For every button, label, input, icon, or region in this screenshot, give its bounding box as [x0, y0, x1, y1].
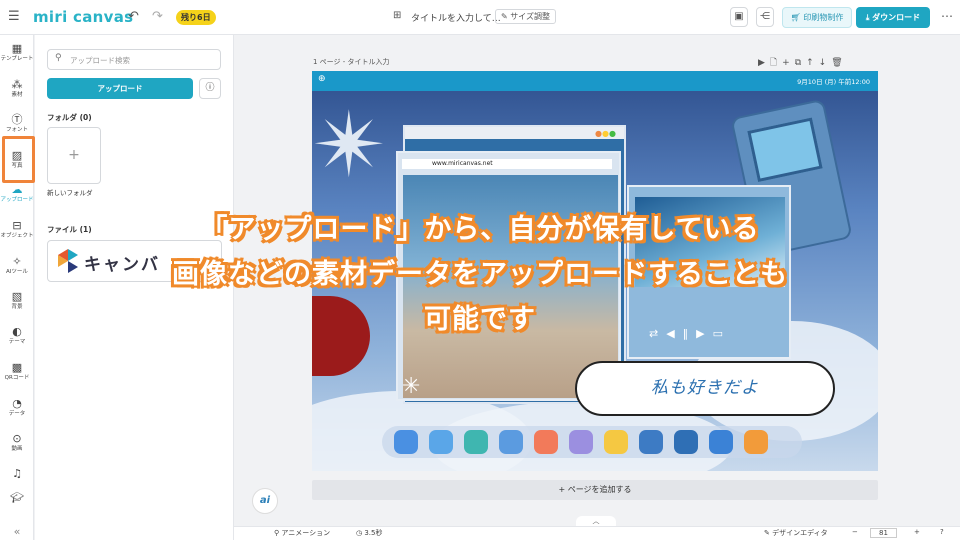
rail-item-upload[interactable]: ☁ アップロード — [0, 183, 34, 204]
rail-item-video[interactable]: ⊙ 動画 — [0, 432, 34, 453]
upload-icon: ☁ — [11, 183, 23, 196]
trial-badge[interactable]: 残り6日 — [176, 10, 216, 25]
caption-line-3: 可能です — [424, 304, 536, 335]
rail-label: 動画 — [11, 446, 23, 452]
cart-icon: 🛒︎ — [790, 13, 801, 22]
bubble-text: 私も好きだよ — [651, 378, 759, 398]
design-editor-label: デザインエディタ — [772, 529, 828, 537]
document-title[interactable]: タイトルを入力して… — [411, 11, 501, 24]
rail-label: QRコード — [4, 375, 30, 381]
rail-item-fonts[interactable]: Ⓣ フォント — [0, 113, 34, 134]
bottom-bar: ⚲ アニメーション ◷ 3.5秒 ✎ デザインエディタ − 81 + ? — [234, 526, 960, 540]
top-bar: ☰ miri canvas ↶ ↷ 残り6日 ⊞ タイトルを入力して… ✎ サイ… — [0, 0, 960, 35]
folder-icon[interactable]: ⊞ — [393, 10, 401, 21]
qr-icon: ▩ — [11, 361, 23, 374]
resize-button[interactable]: ✎ サイズ調整 — [495, 9, 557, 24]
upload-highlight-box — [2, 136, 35, 183]
window-dots-icon: ●●● — [595, 129, 616, 138]
text-icon: Ⓣ — [11, 113, 23, 126]
rail-label: テーマ — [8, 339, 26, 345]
shapes-icon: ⁂ — [11, 78, 23, 91]
app-dock — [382, 426, 802, 458]
music-icon: ♫ — [12, 467, 22, 480]
layout-icon: ▦ — [11, 42, 23, 55]
download-icon: ⤓ — [865, 13, 870, 22]
app-logo[interactable]: miri canvas — [33, 8, 133, 26]
folder-icon — [744, 430, 768, 454]
zoom-out-icon[interactable]: − — [852, 528, 858, 536]
video-icon: ⊙ — [12, 432, 22, 445]
ai-assistant-button[interactable]: ai — [252, 488, 278, 514]
rail-item-qr[interactable]: ▩ QRコード — [0, 361, 34, 382]
message-icon — [464, 430, 488, 454]
new-folder-button[interactable]: + — [47, 127, 101, 184]
rail-item-music[interactable]: ♫ — [0, 467, 34, 480]
rail-item-learn[interactable]: 🎓︎ — [0, 491, 34, 504]
rail-item-elements[interactable]: ⁂ 素材 — [0, 78, 34, 99]
animation-button[interactable]: ⚲ アニメーション — [274, 528, 330, 538]
download-label: ダウンロード — [872, 13, 921, 22]
search-icon: ⚲ — [55, 53, 62, 63]
rail-label: フォント — [5, 127, 28, 133]
user-icon — [709, 430, 733, 454]
trash-icon — [674, 430, 698, 454]
more-options-icon[interactable]: ⋯ — [941, 9, 953, 23]
save-icon: ▣ — [734, 11, 744, 22]
redo-icon[interactable]: ↷ — [152, 9, 163, 24]
animation-label: アニメーション — [281, 529, 331, 537]
undo-icon[interactable]: ↶ — [128, 9, 139, 24]
page-label[interactable]: 1 ページ - タイトル入力 — [313, 57, 390, 67]
status-time: 9月10日 (月) 午前12:00 — [797, 78, 870, 86]
rail-label: アップロード — [0, 197, 34, 203]
plus-icon: + — [68, 147, 80, 163]
collapse-rail-icon[interactable]: « — [0, 525, 34, 538]
help-icon[interactable]: ? — [940, 528, 944, 536]
design-editor-button[interactable]: ✎ デザインエディタ — [764, 528, 828, 538]
rail-label: データ — [8, 411, 26, 417]
gear-icon — [639, 430, 663, 454]
sparkle-icon: ✳ — [402, 374, 421, 399]
rail-label: テンプレート — [0, 56, 34, 62]
download-button[interactable]: ⤓ ダウンロード — [856, 7, 930, 28]
upload-button[interactable]: アップロード — [47, 78, 193, 99]
rail-item-data[interactable]: ◔ データ — [0, 397, 34, 418]
search-placeholder: アップロード検索 — [70, 56, 130, 65]
browser-url: www.miricanvas.net — [402, 159, 612, 169]
graduation-cap-icon: 🎓︎ — [10, 491, 24, 504]
print-button[interactable]: 🛒︎ 印刷物制作 — [782, 7, 852, 28]
star-burst-icon: ✴ — [312, 93, 388, 198]
menu-icon[interactable]: ☰ — [8, 9, 20, 24]
resize-label: サイズ調整 — [510, 12, 551, 21]
share-button[interactable]: ⋲ — [756, 7, 774, 27]
location-icon — [534, 430, 558, 454]
home-icon — [429, 430, 453, 454]
new-folder-label: 新しいフォルダ — [47, 189, 93, 197]
zoom-input[interactable]: 81 — [870, 528, 897, 538]
chart-icon: ◔ — [12, 397, 22, 410]
share-icon: ⋲ — [760, 11, 770, 22]
folders-heading: フォルダ (0) — [47, 113, 92, 122]
speech-bubble: 私も好きだよ — [575, 361, 835, 416]
duration-button[interactable]: ◷ 3.5秒 — [356, 528, 382, 538]
chat-icon — [394, 430, 418, 454]
status-bar: ⊕ 9月10日 (月) 午前12:00 — [312, 71, 878, 91]
bell-icon — [499, 430, 523, 454]
upload-search-input[interactable]: ⚲ アップロード検索 — [47, 49, 221, 70]
caption-line-2: 画像などの素材データをアップロードすることも — [172, 259, 788, 290]
star-icon — [604, 430, 628, 454]
globe-icon: ⊕ — [318, 74, 326, 84]
info-icon[interactable]: ⓘ — [199, 78, 221, 99]
duration-label: 3.5秒 — [364, 529, 383, 537]
print-label: 印刷物制作 — [803, 13, 844, 22]
page-toolbar[interactable]: ▶🗋︎+⧉↑↓🗑︎ — [758, 55, 848, 71]
phone-icon — [569, 430, 593, 454]
caption-line-1: 「アップロード」から、自分が保有している — [200, 214, 760, 245]
save-button[interactable]: ▣ — [730, 7, 748, 27]
add-page-button[interactable]: + ページを追加する — [312, 480, 878, 500]
zoom-in-icon[interactable]: + — [914, 528, 920, 536]
rail-item-templates[interactable]: ▦ テンプレート — [0, 42, 34, 63]
rail-label: 素材 — [11, 92, 23, 98]
